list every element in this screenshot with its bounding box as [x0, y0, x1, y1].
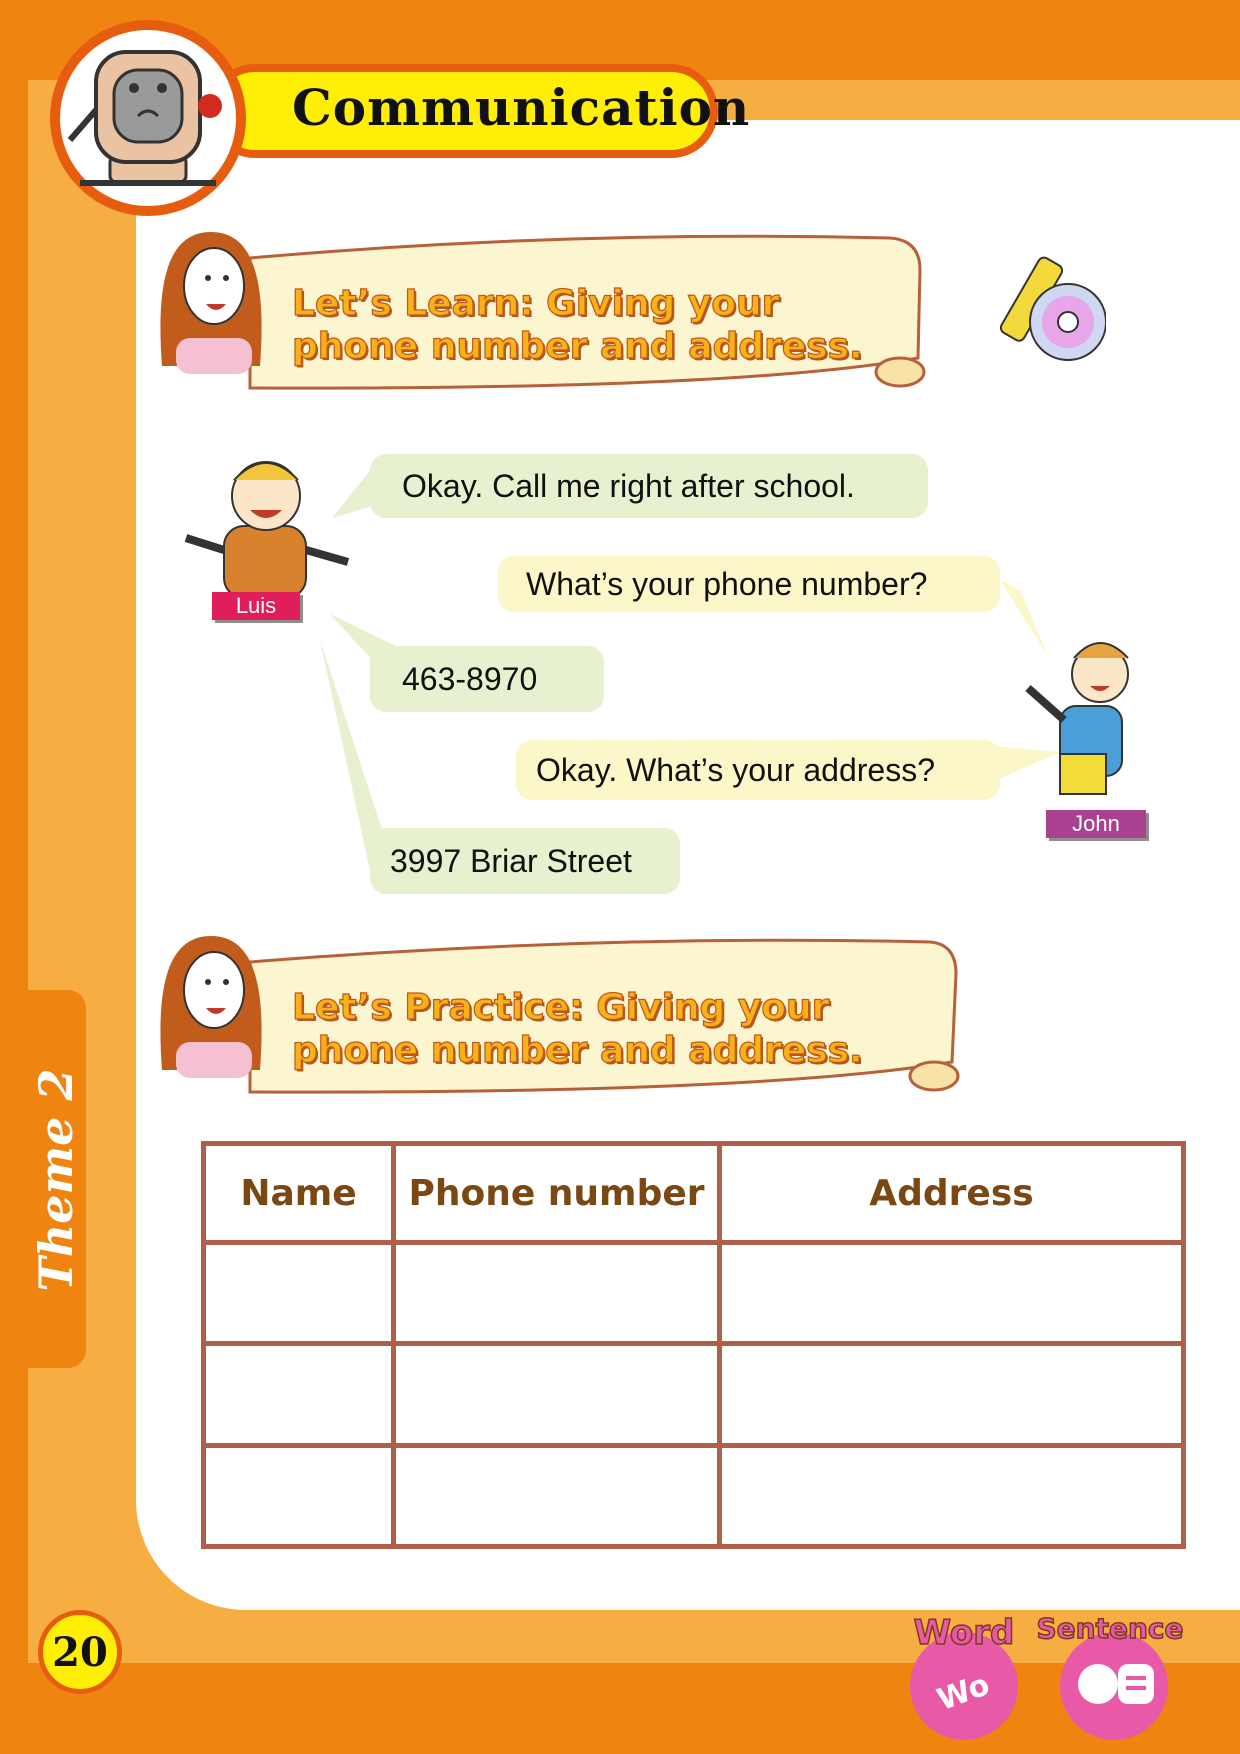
name-cell[interactable]: [201, 1239, 396, 1347]
luis-speech-1: Okay. Call me right after school.: [370, 454, 928, 518]
sentence-badge-label: Sentence: [1037, 1612, 1184, 1645]
table-row: [201, 1341, 1186, 1448]
sentence-badge-icon[interactable]: Sentence: [1030, 1600, 1190, 1750]
practice-table: Name Phone number Address: [201, 1141, 1186, 1550]
girl-teacher-icon: [160, 936, 262, 1078]
table-row: [201, 1239, 1186, 1347]
address-cell[interactable]: [717, 1341, 1186, 1448]
john-speech-1: What’s your phone number?: [498, 556, 1000, 612]
name-cell[interactable]: [201, 1442, 396, 1550]
luis-character-icon: [184, 461, 350, 598]
address-cell[interactable]: [717, 1239, 1186, 1347]
header-phone-number: Phone number: [391, 1141, 722, 1245]
phone-cell[interactable]: [391, 1442, 722, 1550]
page-number: 20: [38, 1610, 122, 1694]
phone-cell[interactable]: [391, 1239, 722, 1347]
john-name-tag: John: [1046, 810, 1146, 838]
address-cell[interactable]: [717, 1442, 1186, 1550]
luis-speech-2: 463-8970: [370, 646, 604, 712]
word-badge-icon[interactable]: Word Wo: [900, 1604, 1030, 1750]
john-character-icon: [1025, 642, 1129, 795]
table-row: [201, 1442, 1186, 1550]
header-address: Address: [717, 1141, 1186, 1245]
practice-banner-text: Let’s Practice: Giving your phone number…: [291, 986, 863, 1071]
word-badge-label: Word: [914, 1613, 1015, 1653]
phone-cell[interactable]: [391, 1341, 722, 1448]
table-header-row: Name Phone number Address: [201, 1141, 1186, 1245]
theme-label: Theme 2: [29, 1068, 83, 1292]
luis-name-tag: Luis: [212, 592, 300, 620]
john-speech-2: Okay. What’s your address?: [516, 740, 1000, 800]
header-name: Name: [201, 1141, 396, 1245]
name-cell[interactable]: [201, 1341, 396, 1448]
luis-speech-3: 3997 Briar Street: [370, 828, 680, 894]
